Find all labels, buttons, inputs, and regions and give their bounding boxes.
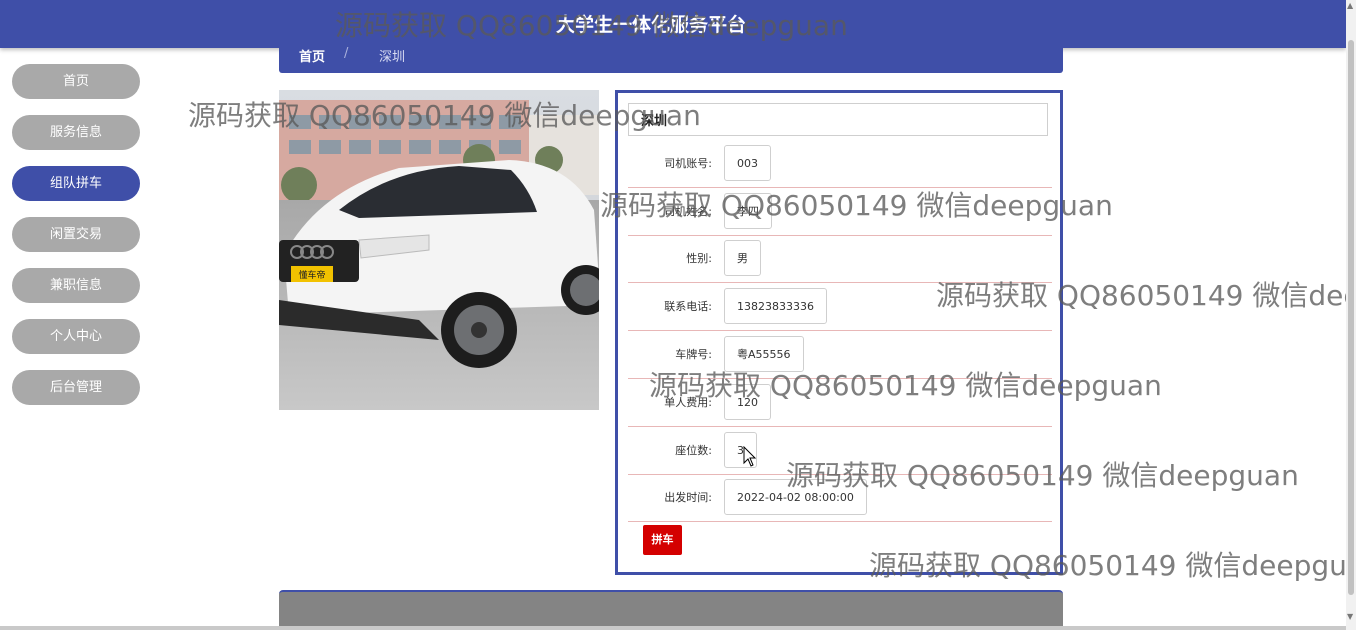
field-label: 座位数: <box>675 444 712 457</box>
field-row-seats: 座位数: 3 <box>628 427 1052 475</box>
mouse-cursor-icon <box>743 446 757 467</box>
scroll-down-icon[interactable]: ▼ <box>1347 612 1353 621</box>
field-value: 粤A55556 <box>724 336 804 372</box>
nav-item-parttime[interactable]: 兼职信息 <box>12 268 140 303</box>
breadcrumb-current: 深圳 <box>379 50 406 65</box>
nav-item-home[interactable]: 首页 <box>12 64 140 99</box>
nav-item-secondhand[interactable]: 闲置交易 <box>12 217 140 252</box>
carpool-detail-panel: 深圳 司机账号: 003 司机姓名: 李四 性别: 男 联系电话: 138238… <box>615 90 1063 575</box>
field-value: 13823833336 <box>724 288 827 324</box>
field-value: 男 <box>724 240 761 276</box>
field-value: 120 <box>724 384 771 420</box>
field-value: 2022-04-02 08:00:00 <box>724 479 867 515</box>
car-illustration: 懂车帝 <box>279 90 599 410</box>
bottom-panel <box>279 590 1063 630</box>
field-row-plate: 车牌号: 粤A55556 <box>628 331 1052 379</box>
nav-item-services[interactable]: 服务信息 <box>12 115 140 150</box>
carpool-name: 深圳 <box>628 103 1048 136</box>
scrollbar-thumb[interactable] <box>1348 40 1354 595</box>
breadcrumb: 首页 / 深圳 <box>279 36 1063 73</box>
breadcrumb-separator: / <box>344 46 349 61</box>
sidebar-nav: 首页 服务信息 组队拼车 闲置交易 兼职信息 个人中心 后台管理 <box>12 64 140 421</box>
field-label: 司机姓名: <box>664 205 712 218</box>
field-label: 性别: <box>686 252 712 265</box>
field-row-phone: 联系电话: 13823833336 <box>628 283 1052 331</box>
horizontal-scrollbar[interactable] <box>0 626 1346 630</box>
site-title: 大学生一体化服务平台 <box>556 14 747 36</box>
scroll-up-icon[interactable]: ▲ <box>1347 1 1353 10</box>
field-label: 出发时间: <box>664 491 712 504</box>
plate-sticker-label: 懂车帝 <box>298 269 325 281</box>
field-row-departure: 出发时间: 2022-04-02 08:00:00 <box>628 474 1052 522</box>
field-row-driver-account: 司机账号: 003 <box>628 140 1052 188</box>
nav-item-admin[interactable]: 后台管理 <box>12 370 140 405</box>
nav-item-profile[interactable]: 个人中心 <box>12 319 140 354</box>
field-label: 联系电话: <box>664 300 712 313</box>
nav-item-carpool[interactable]: 组队拼车 <box>12 166 140 201</box>
field-value: 李四 <box>724 193 772 229</box>
car-photo: 懂车帝 <box>279 90 599 410</box>
field-row-gender: 性别: 男 <box>628 235 1052 283</box>
field-label: 单人费用: <box>664 396 712 409</box>
field-value: 003 <box>724 145 771 181</box>
vertical-scrollbar[interactable]: ▲ ▼ <box>1346 0 1356 630</box>
field-row-fee: 单人费用: 120 <box>628 379 1052 427</box>
breadcrumb-home-link[interactable]: 首页 <box>299 46 325 65</box>
field-label: 车牌号: <box>675 348 712 361</box>
join-carpool-button[interactable]: 拼车 <box>643 525 682 555</box>
field-row-driver-name: 司机姓名: 李四 <box>628 188 1052 236</box>
field-label: 司机账号: <box>664 157 712 170</box>
